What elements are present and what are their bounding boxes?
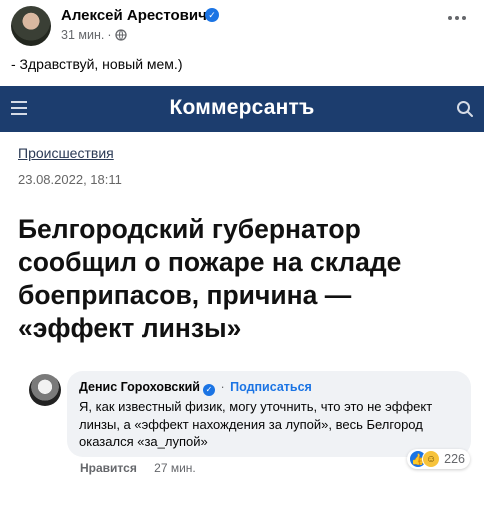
comment-text: Я, как известный физик, могу уточнить, ч… [79,399,433,449]
article-date: 23.08.2022, 18:11 [18,172,122,187]
comment-header: Денис Гороховский ✓ · Подписаться [79,379,459,396]
search-icon [457,101,473,117]
reactions-summary[interactable]: 👍 ☺ 226 [407,449,470,469]
post-text: - Здравствуй, новый мем.) [11,56,183,72]
globe-icon [114,29,127,41]
comment-bubble: Денис Гороховский ✓ · Подписаться Я, как … [67,371,471,457]
article-headline: Белгородский губернатор сообщил о пожаре… [18,214,402,343]
more-options-icon[interactable] [448,12,470,24]
comment-separator: · [220,380,225,394]
post-time[interactable]: 31 мин. [61,28,104,42]
post-header: Алексей Арестович ✓ 31 мин. · [0,0,484,50]
verified-badge-icon: ✓ [205,8,219,22]
post-author-name[interactable]: Алексей Арестович [61,7,207,24]
follow-button[interactable]: Подписаться [230,380,312,394]
verified-badge-icon: ✓ [202,384,215,396]
like-button[interactable]: Нравится [80,461,137,475]
comment-time[interactable]: 27 мин. [154,461,196,475]
commenter-name[interactable]: Денис Гороховский [79,380,200,394]
article-category: Происшествия [18,145,114,161]
kommersant-header-bar: Коммерсантъ [0,86,484,132]
haha-reaction-icon: ☺ [422,450,441,468]
shared-article-image[interactable]: Коммерсантъ Происшествия 23.08.2022, 18:… [0,86,484,370]
commenter-avatar[interactable] [29,374,61,406]
kommersant-logo: Коммерсантъ [169,96,315,119]
comment-actions: Нравится 27 мин. [80,461,196,475]
post-meta: 31 мин. · [61,28,127,42]
meta-separator: · [107,28,112,42]
reaction-count: 226 [444,452,465,466]
author-avatar[interactable] [11,6,51,46]
